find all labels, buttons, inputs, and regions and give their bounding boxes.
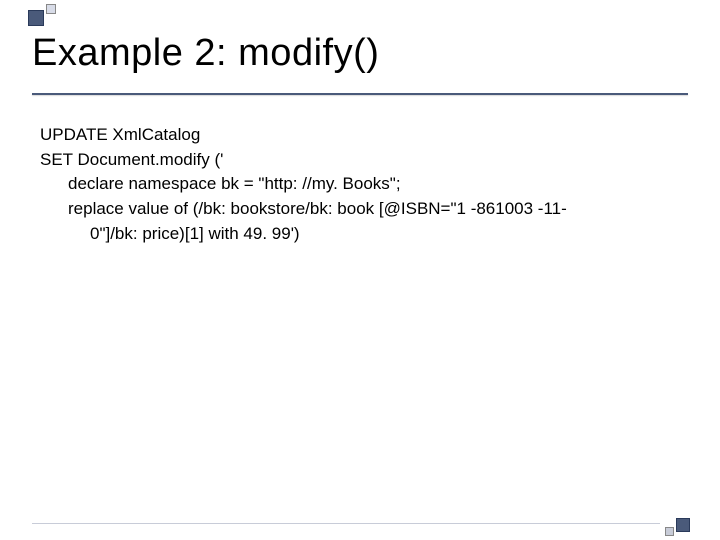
decoration-square-gray <box>665 527 674 536</box>
code-line-2: SET Document.modify (' <box>40 148 680 173</box>
code-line-3: declare namespace bk = "http: //my. Book… <box>40 172 680 197</box>
slide-title: Example 2: modify() <box>32 32 688 75</box>
code-line-4: replace value of (/bk: bookstore/bk: boo… <box>40 197 680 222</box>
decoration-square-dark <box>28 10 44 26</box>
title-block: Example 2: modify() <box>0 0 720 93</box>
slide-container: Example 2: modify() UPDATE XmlCatalog SE… <box>0 0 720 540</box>
code-line-1: UPDATE XmlCatalog <box>40 123 680 148</box>
slide-content: UPDATE XmlCatalog SET Document.modify ('… <box>0 95 720 246</box>
footer-decoration <box>665 518 692 532</box>
footer-line <box>32 523 660 524</box>
decoration-square-light <box>46 4 56 14</box>
header-decoration <box>28 10 58 26</box>
code-line-5: 0"]/bk: price)[1] with 49. 99') <box>40 222 680 247</box>
decoration-square-dark-footer <box>676 518 690 532</box>
